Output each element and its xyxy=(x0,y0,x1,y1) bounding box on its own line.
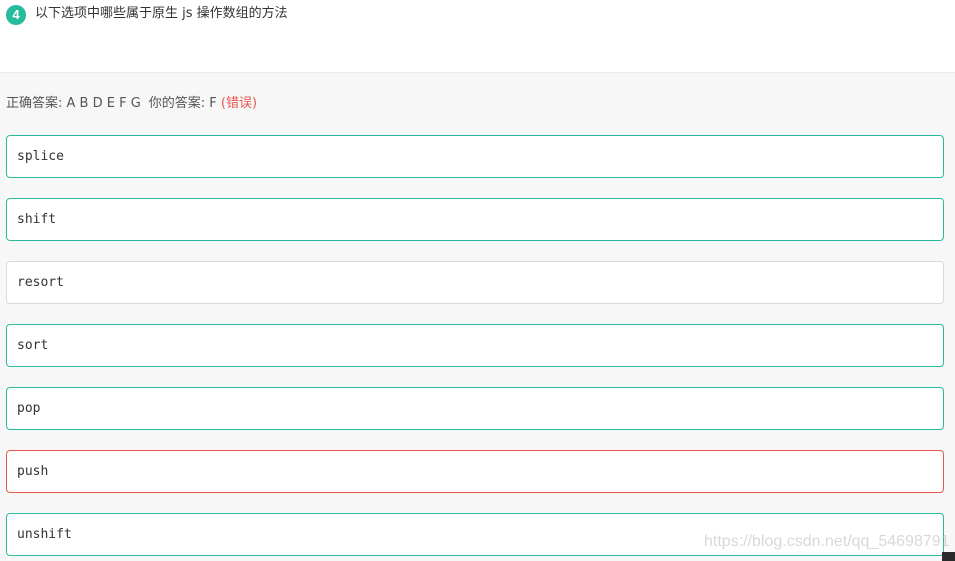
question-number-badge: 4 xyxy=(6,5,26,25)
option-label: shift xyxy=(17,212,57,227)
watermark: https://blog.csdn.net/qq_54698791 xyxy=(704,533,950,550)
your-answer-value: F xyxy=(209,96,217,111)
option-label: splice xyxy=(17,149,64,164)
option-label: sort xyxy=(17,338,49,353)
correct-answer-value: A B D E F G xyxy=(66,96,141,111)
correct-answer-label: 正确答案: xyxy=(6,96,67,111)
your-answer-label: 你的答案: xyxy=(148,96,210,111)
option-label: push xyxy=(17,464,49,479)
option-label: resort xyxy=(17,275,64,290)
option-pop[interactable]: pop xyxy=(6,387,944,430)
option-shift[interactable]: shift xyxy=(6,198,944,241)
option-push[interactable]: push xyxy=(6,450,944,493)
option-sort[interactable]: sort xyxy=(6,324,944,367)
option-splice[interactable]: splice xyxy=(6,135,944,178)
answer-verdict: (错误) xyxy=(220,96,258,111)
question-header: 4 以下选项中哪些属于原生 js 操作数组的方法 xyxy=(0,0,955,73)
corner-mark xyxy=(942,552,955,561)
question-text: 以下选项中哪些属于原生 js 操作数组的方法 xyxy=(35,6,288,21)
answer-summary: 正确答案: A B D E F G 你的答案: F (错误) xyxy=(6,94,257,114)
option-resort[interactable]: resort xyxy=(6,261,944,304)
option-label: unshift xyxy=(17,527,72,542)
option-label: pop xyxy=(17,401,41,416)
